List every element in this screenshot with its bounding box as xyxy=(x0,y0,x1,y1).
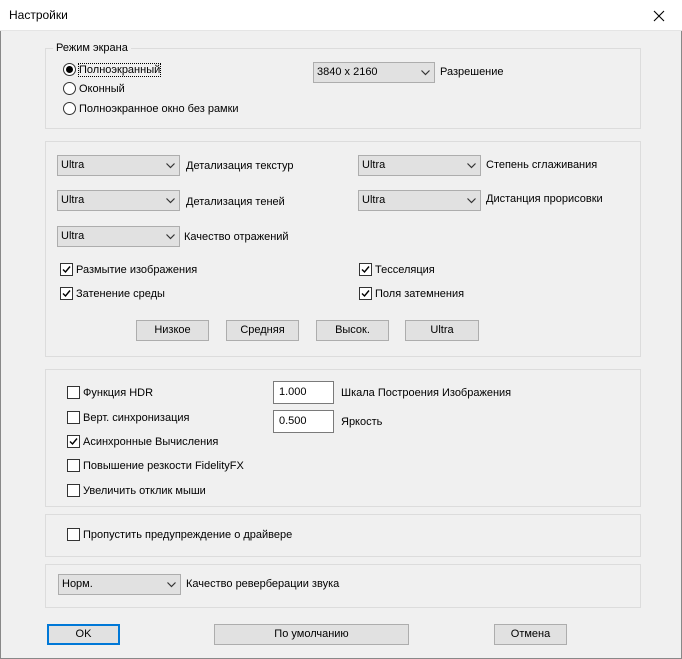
cancel-button[interactable]: Отмена xyxy=(494,624,567,645)
checkbox-indicator xyxy=(67,411,80,424)
checkbox-mouse-response[interactable]: Увеличить отклик мыши xyxy=(67,484,206,497)
screen-mode-title: Режим экрана xyxy=(53,42,131,54)
checkbox-label-mouse-response: Увеличить отклик мыши xyxy=(83,484,206,497)
checkmark-icon xyxy=(361,290,370,298)
checkbox-hdr[interactable]: Функция HDR xyxy=(67,386,153,399)
checkbox-label-async-compute: Асинхронные Вычисления xyxy=(83,435,219,448)
shadow-detail-value: Ultra xyxy=(61,194,85,206)
checkbox-label-vsync: Верт. синхронизация xyxy=(83,411,190,424)
checkbox-label-hdr: Функция HDR xyxy=(83,386,154,399)
brightness-label: Яркость xyxy=(341,416,383,428)
draw-distance-combo[interactable]: Ultra xyxy=(358,190,481,211)
chevron-down-icon xyxy=(467,163,476,169)
checkbox-label-tessellation: Тесселяция xyxy=(375,263,435,276)
checkbox-indicator xyxy=(359,287,372,300)
shadow-detail-combo[interactable]: Ultra xyxy=(57,190,180,211)
defaults-button[interactable]: По умолчанию xyxy=(214,624,409,645)
checkmark-icon xyxy=(69,438,78,446)
checkbox-fidelityfx[interactable]: Повышение резкости FidelityFX xyxy=(67,459,244,472)
checkbox-dof[interactable]: Поля затемнения xyxy=(359,287,464,300)
radio-label-fullscreen: Полноэкранный xyxy=(77,62,162,77)
chevron-down-icon xyxy=(167,582,176,588)
radio-indicator xyxy=(63,63,76,76)
checkbox-async-compute[interactable]: Асинхронные Вычисления xyxy=(67,435,218,448)
checkbox-indicator xyxy=(359,263,372,276)
chevron-down-icon xyxy=(166,234,175,240)
checkbox-indicator xyxy=(67,435,80,448)
preset-high-button[interactable]: Высок. xyxy=(316,320,389,341)
checkbox-indicator xyxy=(60,263,73,276)
resolution-value: 3840 x 2160 xyxy=(317,66,378,78)
checkbox-label-image-blur: Размытие изображения xyxy=(76,263,198,276)
checkbox-label-ambient-occlusion: Затенение среды xyxy=(76,287,165,300)
reverb-quality-label: Качество реверберации звука xyxy=(186,578,340,590)
radio-label-borderless: Полноэкранное окно без рамки xyxy=(79,102,239,115)
checkbox-indicator xyxy=(67,386,80,399)
shadow-detail-label: Детализация теней xyxy=(186,196,285,208)
checkbox-image-blur[interactable]: Размытие изображения xyxy=(60,263,197,276)
brightness-input[interactable]: 0.500 xyxy=(273,410,334,433)
radio-indicator xyxy=(63,82,76,95)
antialiasing-combo[interactable]: Ultra xyxy=(358,155,481,176)
render-scale-input[interactable]: 1.000 xyxy=(273,381,334,404)
radio-borderless[interactable]: Полноэкранное окно без рамки xyxy=(63,102,239,115)
window-title: Настройки xyxy=(9,8,68,22)
close-button[interactable] xyxy=(636,0,682,31)
checkbox-label-dof: Поля затемнения xyxy=(375,287,465,300)
texture-detail-label: Детализация текстур xyxy=(186,160,294,172)
checkbox-vsync[interactable]: Верт. синхронизация xyxy=(67,411,190,424)
draw-distance-label: Дистанция прорисовки xyxy=(486,193,603,205)
texture-detail-combo[interactable]: Ultra xyxy=(57,155,180,176)
checkbox-ambient-occlusion[interactable]: Затенение среды xyxy=(60,287,165,300)
checkbox-skip-driver-warning[interactable]: Пропустить предупреждение о драйвере xyxy=(67,528,292,541)
checkbox-indicator xyxy=(67,528,80,541)
reflection-quality-value: Ultra xyxy=(61,230,85,242)
ok-button[interactable]: OK xyxy=(47,624,120,645)
reflection-quality-label: Качество отражений xyxy=(184,231,289,243)
checkmark-icon xyxy=(361,266,370,274)
preset-low-button[interactable]: Низкое xyxy=(136,320,209,341)
title-bar: Настройки xyxy=(0,0,682,31)
checkbox-indicator xyxy=(67,484,80,497)
reverb-quality-value: Норм. xyxy=(62,578,93,590)
radio-label-windowed: Оконный xyxy=(79,82,125,95)
chevron-down-icon xyxy=(166,198,175,204)
resolution-combo[interactable]: 3840 x 2160 xyxy=(313,62,435,83)
preset-medium-button[interactable]: Средняя xyxy=(226,320,299,341)
preset-ultra-button[interactable]: Ultra xyxy=(405,320,479,341)
chevron-down-icon xyxy=(421,70,430,76)
checkbox-label-skip-driver-warning: Пропустить предупреждение о драйвере xyxy=(83,528,293,541)
checkbox-indicator xyxy=(60,287,73,300)
antialiasing-value: Ultra xyxy=(362,159,386,171)
checkbox-tessellation[interactable]: Тесселяция xyxy=(359,263,435,276)
checkmark-icon xyxy=(62,290,71,298)
checkbox-label-fidelityfx: Повышение резкости FidelityFX xyxy=(83,459,244,472)
radio-fullscreen[interactable]: Полноэкранный xyxy=(63,62,162,77)
antialiasing-label: Степень сглаживания xyxy=(486,159,598,171)
reflection-quality-combo[interactable]: Ultra xyxy=(57,226,180,247)
chevron-down-icon xyxy=(467,198,476,204)
render-scale-label: Шкала Построения Изображения xyxy=(341,387,512,399)
draw-distance-value: Ultra xyxy=(362,194,386,206)
close-icon xyxy=(653,10,665,21)
chevron-down-icon xyxy=(166,163,175,169)
reverb-quality-combo[interactable]: Норм. xyxy=(58,574,181,595)
screen-mode-group: Режим экрана xyxy=(45,42,641,129)
checkmark-icon xyxy=(62,266,71,274)
resolution-label: Разрешение xyxy=(440,66,504,78)
texture-detail-value: Ultra xyxy=(61,159,85,171)
radio-indicator xyxy=(63,102,76,115)
checkbox-indicator xyxy=(67,459,80,472)
radio-windowed[interactable]: Оконный xyxy=(63,82,125,95)
